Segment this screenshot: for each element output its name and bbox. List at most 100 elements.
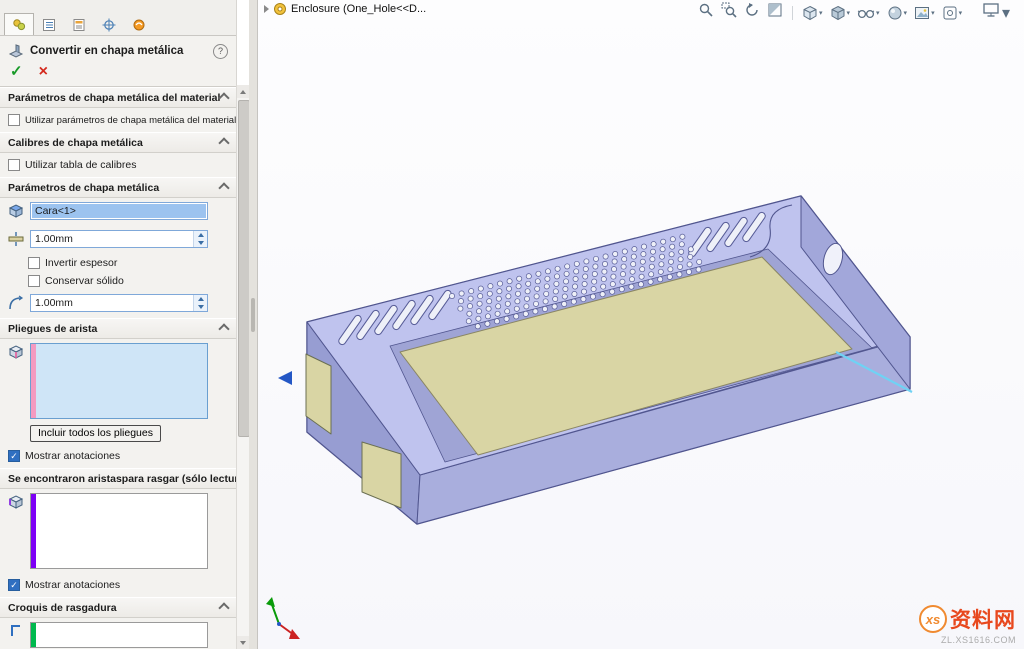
use-gauge-table-checkbox[interactable]: Utilizar tabla de calibres xyxy=(0,153,236,177)
show-annotations-checkbox-bends[interactable]: Mostrar anotaciones xyxy=(0,444,236,468)
checkbox-box[interactable] xyxy=(28,257,40,269)
edit-appearance-button[interactable]: ▾ xyxy=(887,5,908,21)
spin-down-button[interactable] xyxy=(194,303,207,311)
dropdown-caret-icon: ▾ xyxy=(931,9,935,17)
rip-sketch-listbox[interactable] xyxy=(30,622,208,648)
collect-all-bends-button[interactable]: Incluir todos los pliegues xyxy=(30,425,161,442)
checkbox-box[interactable] xyxy=(28,275,40,287)
hide-show-items-icon xyxy=(857,5,875,21)
checkbox-box[interactable] xyxy=(8,579,20,591)
scroll-up-button[interactable] xyxy=(237,85,249,98)
tab-display-manager[interactable] xyxy=(124,13,154,35)
section-header-params[interactable]: Parámetros de chapa metálica xyxy=(0,177,236,198)
checkbox-box[interactable] xyxy=(8,114,20,126)
fixed-face-field[interactable]: Cara<1> xyxy=(30,202,208,220)
edge-bends-row xyxy=(0,339,236,423)
collapse-chevron-icon xyxy=(219,92,230,103)
zoom-fit-icon[interactable] xyxy=(698,2,714,23)
spin-down-button[interactable] xyxy=(194,239,207,247)
thickness-input[interactable]: 1.00mm xyxy=(30,230,208,248)
bend-radius-input[interactable]: 1.00mm xyxy=(30,294,208,312)
display-manager-icon xyxy=(132,18,146,32)
tree-expand-caret-icon[interactable] xyxy=(264,5,269,13)
section-view-icon[interactable] xyxy=(767,2,783,23)
direction-arrow xyxy=(278,371,292,385)
invert-thickness-checkbox[interactable]: Invertir espesor xyxy=(0,254,236,272)
ok-button[interactable]: ✓ xyxy=(10,65,23,79)
view-settings-button[interactable]: ▾ xyxy=(942,5,963,21)
panel-splitter[interactable] xyxy=(249,0,258,649)
flyout-feature-tree[interactable]: Enclosure (One_Hole<<D... xyxy=(264,2,426,16)
section-header-bends[interactable]: Pliegues de arista xyxy=(0,318,236,339)
tab-property-manager[interactable] xyxy=(4,13,34,35)
apply-scene-button[interactable]: ▾ xyxy=(914,5,935,21)
tab-feature-manager[interactable] xyxy=(34,13,64,35)
rip-edges-listbox[interactable] xyxy=(30,493,208,569)
tree-item-label[interactable]: Enclosure (One_Hole<<D... xyxy=(291,3,426,15)
property-manager-panel: Convertir en chapa metálica ? ✓ × Paráme… xyxy=(0,0,237,649)
rip-sketch-row xyxy=(0,618,236,652)
section-label: Parámetros de chapa metálica del materia… xyxy=(8,92,220,104)
green-selection-strip xyxy=(31,623,36,647)
section-label: Calibres de chapa metálica xyxy=(8,137,143,149)
help-icon[interactable]: ? xyxy=(213,44,228,59)
section-header-rips[interactable]: Se encontraron aristaspara rasgar (sólo … xyxy=(0,468,236,489)
selected-face-item[interactable]: Cara<1> xyxy=(32,204,206,218)
rip-edges-icon xyxy=(8,493,25,513)
part-icon xyxy=(273,2,287,16)
use-material-params-checkbox[interactable]: Utilizar parámetros de chapa metálica de… xyxy=(0,108,236,132)
view-orientation-button[interactable]: ▾ xyxy=(802,5,823,21)
manager-tab-bar xyxy=(0,0,236,36)
hide-show-items-button[interactable]: ▾ xyxy=(857,5,880,21)
splitter-grip[interactable] xyxy=(251,298,255,332)
display-style-button[interactable]: ▾ xyxy=(830,5,851,21)
radius-stepper xyxy=(193,295,207,311)
thickness-stepper xyxy=(193,231,207,247)
thickness-value[interactable]: 1.00mm xyxy=(31,231,193,247)
apply-scene-icon xyxy=(914,5,930,21)
watermark-url: ZL.XS1616.COM xyxy=(919,635,1016,645)
panel-scrollbar[interactable] xyxy=(236,85,249,649)
dimxpert-icon xyxy=(102,18,116,32)
screen-display-button[interactable] xyxy=(982,2,1000,23)
face-select-icon xyxy=(8,202,25,222)
property-manager-icon xyxy=(12,18,26,32)
spin-up-button[interactable] xyxy=(194,231,207,239)
collapse-chevron-icon xyxy=(218,182,229,193)
tab-dimxpert-manager[interactable] xyxy=(94,13,124,35)
checkbox-label: Mostrar anotaciones xyxy=(25,579,120,591)
purple-selection-strip xyxy=(31,494,36,568)
cancel-button[interactable]: × xyxy=(39,65,48,79)
tab-configuration-manager[interactable] xyxy=(64,13,94,35)
zoom-area-icon[interactable] xyxy=(721,2,737,23)
section-header-gauges[interactable]: Calibres de chapa metálica xyxy=(0,132,236,153)
scroll-down-button[interactable] xyxy=(237,636,249,649)
dropdown-caret-icon: ▾ xyxy=(819,9,823,17)
graphics-viewport[interactable]: Enclosure (One_Hole<<D... ▾ ▾ ▾ xyxy=(258,0,1024,649)
heads-up-toolbar: ▾ ▾ ▾ ▾ ▾ ▾ xyxy=(698,2,962,23)
collapse-chevron-icon xyxy=(218,137,229,148)
edit-appearance-icon xyxy=(887,5,903,21)
panel-title: Convertir en chapa metálica xyxy=(30,45,183,57)
monitor-icon xyxy=(982,2,1000,18)
dropdown-caret-icon: ▾ xyxy=(904,9,908,17)
panel-header: Convertir en chapa metálica ? xyxy=(0,36,236,63)
previous-view-icon[interactable] xyxy=(744,2,760,23)
show-annotations-checkbox-rips[interactable]: Mostrar anotaciones xyxy=(0,573,236,597)
bend-radius-value[interactable]: 1.00mm xyxy=(31,295,193,311)
keep-body-checkbox[interactable]: Conservar sólido xyxy=(0,272,236,290)
checkbox-label: Invertir espesor xyxy=(45,257,117,269)
section-label: Parámetros de chapa metálica xyxy=(8,182,159,194)
checkbox-label: Mostrar anotaciones xyxy=(25,450,120,462)
section-header-material[interactable]: Parámetros de chapa metálica del materia… xyxy=(0,87,236,108)
dropdown-caret-icon: ▾ xyxy=(959,9,963,17)
dropdown-caret-icon: ▾ xyxy=(1002,3,1010,23)
view-orientation-icon xyxy=(802,5,818,21)
checkbox-box[interactable] xyxy=(8,450,20,462)
pink-selection-strip xyxy=(31,344,36,418)
edge-bends-listbox[interactable] xyxy=(30,343,208,419)
enclosure-model[interactable] xyxy=(306,196,912,524)
spin-up-button[interactable] xyxy=(194,295,207,303)
section-header-rip-sketch[interactable]: Croquis de rasgadura xyxy=(0,597,236,618)
checkbox-box[interactable] xyxy=(8,159,20,171)
